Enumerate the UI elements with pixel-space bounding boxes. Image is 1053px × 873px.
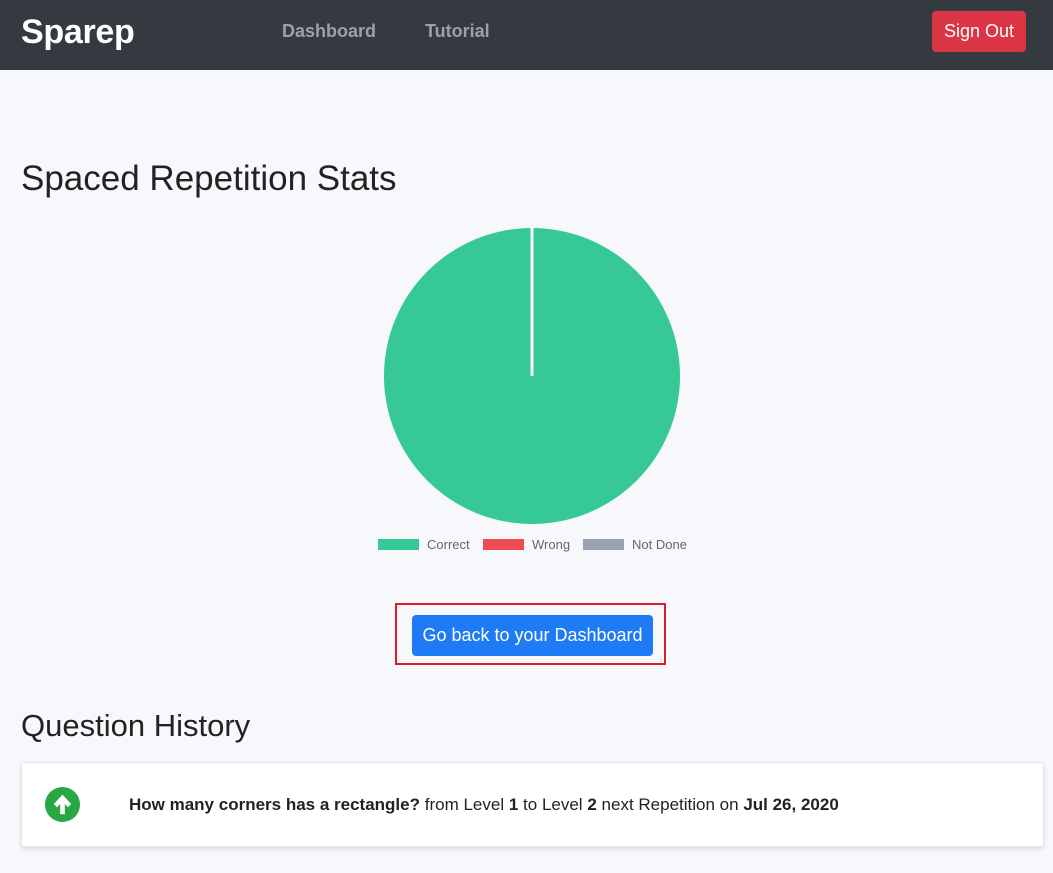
history-list-item: How many corners has a rectangle? from L… — [21, 762, 1044, 847]
legend-label-not-done[interactable]: Not Done — [632, 537, 687, 552]
next-repetition-date: Jul 26, 2020 — [743, 795, 839, 814]
from-level-value: 1 — [508, 795, 519, 814]
to-level-text: to Level — [523, 795, 583, 814]
legend-swatch-wrong[interactable] — [483, 539, 524, 550]
back-to-dashboard-button[interactable]: Go back to your Dashboard — [412, 615, 653, 656]
question-text: How many corners has a rectangle? — [129, 795, 420, 814]
from-level-text: from Level — [424, 795, 505, 814]
legend-swatch-correct[interactable] — [378, 539, 419, 550]
legend-label-correct[interactable]: Correct — [427, 537, 470, 552]
legend-label-wrong[interactable]: Wrong — [532, 537, 570, 552]
history-entry-text: How many corners has a rectangle? from L… — [129, 794, 839, 816]
arrow-up-circle-icon — [45, 787, 80, 822]
to-level-value: 2 — [587, 795, 597, 814]
next-repetition-text: next Repetition on — [601, 795, 739, 814]
legend-swatch-not-done[interactable] — [583, 539, 624, 550]
question-history-title: Question History — [21, 708, 251, 743]
